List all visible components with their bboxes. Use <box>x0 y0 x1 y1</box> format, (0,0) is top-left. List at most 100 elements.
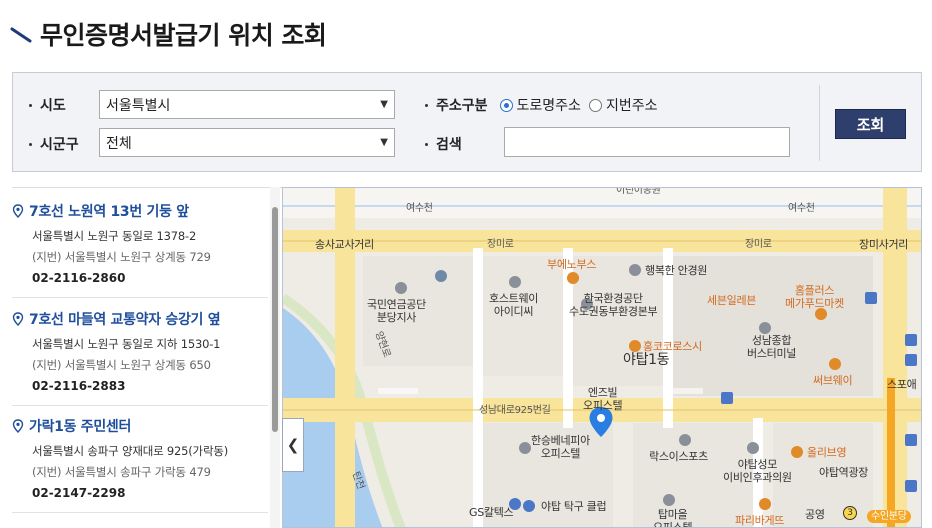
list-item-jibun-address: (지번) 서울특별시 노원구 상계동 729 <box>32 250 211 264</box>
chevron-left-icon: ❮ <box>286 436 300 454</box>
list-item[interactable]: 7호선 마들역 교통약자 승강기 옆 서울특별시 노원구 동일로 지하 1530… <box>12 308 268 406</box>
list-item-name[interactable]: 7호선 마들역 교통약자 승강기 옆 <box>29 309 221 329</box>
map-label: 스포애 <box>887 378 917 391</box>
map-label: 야탑성모 이비인후과의원 <box>723 458 792 484</box>
dropdown-arrow-icon: ▼ <box>380 137 388 148</box>
search-button[interactable]: 조회 <box>835 109 906 139</box>
radio-checked-icon <box>499 98 513 112</box>
radio-jibun-address[interactable]: 지번주소 <box>588 95 658 115</box>
bullet-icon <box>29 142 32 146</box>
map-view[interactable]: 이린이공원 여수천 여수천 송사교사거리 장미로 장미로 장미사거리 부에노부스… <box>282 187 922 528</box>
map-label: 부에노부스 <box>547 258 597 271</box>
list-item-road-address: 서울특별시 노원구 동일로 1378-2 <box>32 229 197 243</box>
map-label: 세븐일레븐 <box>707 294 757 307</box>
map-label: 여수천 <box>406 203 433 214</box>
radio-jibun-label: 지번주소 <box>605 98 658 114</box>
radio-unchecked-icon <box>588 98 602 112</box>
building-poi-icon <box>663 494 675 506</box>
map-label: 엔즈빌 오피스텔 <box>583 386 623 412</box>
map-label: 행복한 안경원 <box>645 264 708 277</box>
map-label: 성남종합 버스터미널 <box>747 334 797 360</box>
dropdown-arrow-icon: ▼ <box>380 99 388 110</box>
keyword-label: 검색 <box>436 137 462 153</box>
map-label: 야탑역광장 <box>819 466 869 479</box>
bus-stop-icon <box>905 480 917 492</box>
result-list: 7호선 노원역 13번 기둥 앞 서울특별시 노원구 동일로 1378-2 (지… <box>12 187 282 528</box>
hospital-poi-icon <box>747 442 759 454</box>
bus-stop-icon <box>905 434 917 446</box>
scrollbar-thumb[interactable] <box>272 207 278 432</box>
map-label: 호스트웨이 아이디씨 <box>489 292 539 318</box>
list-item-title: 7호선 노원역 13번 기둥 앞 <box>12 200 268 222</box>
map-label: 공영 <box>805 508 825 521</box>
keyword-input[interactable] <box>504 127 790 157</box>
list-item-road-address: 서울특별시 노원구 동일로 지하 1530-1 <box>32 337 221 351</box>
building-poi-icon <box>395 282 407 294</box>
sigungu-select[interactable]: 전체 ▼ <box>99 128 395 157</box>
sido-label-row: 시도 <box>29 95 66 115</box>
bus-stop-icon <box>865 292 877 304</box>
list-item-phone: 02-2116-2860 <box>32 271 126 285</box>
map-label: 성남대로925번길 <box>479 405 551 416</box>
map-label: 한국환경공단 수도권동부환경본부 <box>569 292 658 318</box>
bullet-icon <box>425 103 428 107</box>
collapse-list-button[interactable]: ❮ <box>282 418 304 472</box>
map-label: 써브웨이 <box>813 374 853 387</box>
cafe-poi-icon <box>567 272 579 284</box>
bullet-icon <box>425 142 428 146</box>
building-poi-icon <box>519 442 531 454</box>
location-pin-icon <box>12 312 24 326</box>
list-item-title: 가락1동 주민센터 <box>12 415 268 437</box>
sido-value: 서울특별시 <box>106 97 171 114</box>
map-label: 야탑 탁구 클럽 <box>541 500 607 513</box>
search-panel: 시도 서울특별시 ▼ 시군구 전체 ▼ 주소구분 도로명주소 지번주소 검색 조… <box>12 72 922 172</box>
map-label: GS칼텍스 <box>469 506 514 519</box>
radio-road-label: 도로명주소 <box>516 98 581 114</box>
result-list-scrollbar[interactable] <box>270 187 280 528</box>
map-label: 국민연금공단 분당지사 <box>367 298 426 324</box>
map-label: 탑마을 오피스텔 <box>653 508 693 528</box>
sigungu-label-row: 시군구 <box>29 134 79 154</box>
list-item[interactable]: 가락1동 주민센터 서울특별시 송파구 양재대로 925(가락동) (지번) 서… <box>12 415 268 513</box>
map-label: 락스이스포츠 <box>649 450 708 463</box>
list-item[interactable]: 7호선 노원역 13번 기둥 앞 서울특별시 노원구 동일로 1378-2 (지… <box>12 200 268 298</box>
map-label: 장미로 <box>745 239 772 250</box>
radio-road-address[interactable]: 도로명주소 <box>499 95 581 115</box>
sigungu-label: 시군구 <box>40 137 79 153</box>
bakery-poi-icon <box>759 498 771 510</box>
bus-stop-icon <box>905 354 917 366</box>
building-poi-icon <box>679 434 691 446</box>
title-row: 무인증명서발급기 위치 조회 <box>10 14 327 54</box>
exit-number-badge: 3 <box>843 506 857 520</box>
list-item-phone: 02-2147-2298 <box>32 486 126 500</box>
map-label: 홈플러스 메가푸드마켓 <box>785 284 844 310</box>
map-label: 야탑1동 <box>623 352 670 368</box>
location-pin-icon <box>12 204 24 218</box>
sido-select[interactable]: 서울특별시 ▼ <box>99 90 395 119</box>
list-item-jibun-address: (지번) 서울특별시 노원구 상계동 650 <box>32 358 211 372</box>
restaurant-poi-icon <box>629 340 641 352</box>
address-type-row: 주소구분 도로명주소 지번주소 <box>425 95 665 115</box>
map-label: 송사교사거리 <box>315 238 374 251</box>
bus-terminal-poi-icon <box>759 322 771 334</box>
bus-stop-icon <box>721 392 733 404</box>
list-item-name[interactable]: 가락1동 주민센터 <box>29 416 131 436</box>
parking-icon <box>435 270 447 282</box>
sigungu-value: 전체 <box>106 135 132 152</box>
map-label: 파리바게뜨 <box>735 514 785 527</box>
building-poi-icon <box>509 276 521 288</box>
glasses-poi-icon <box>629 264 641 276</box>
sido-label: 시도 <box>40 98 66 114</box>
address-type-label: 주소구분 <box>436 98 488 114</box>
store-poi-icon <box>791 446 803 458</box>
map-label: 장미로 <box>487 239 514 250</box>
map-label: 올리브영 <box>807 446 847 459</box>
location-pin-icon <box>12 419 24 433</box>
subway-line-badge: 수인분당 <box>867 510 911 523</box>
map-label: 여수천 <box>788 203 815 214</box>
list-item-name[interactable]: 7호선 노원역 13번 기둥 앞 <box>29 201 189 221</box>
list-item-title: 7호선 마들역 교통약자 승강기 옆 <box>12 308 268 330</box>
list-item-road-address: 서울특별시 송파구 양재대로 925(가락동) <box>32 444 228 458</box>
bullet-icon <box>29 103 32 107</box>
page-title: 무인증명서발급기 위치 조회 <box>40 21 327 50</box>
